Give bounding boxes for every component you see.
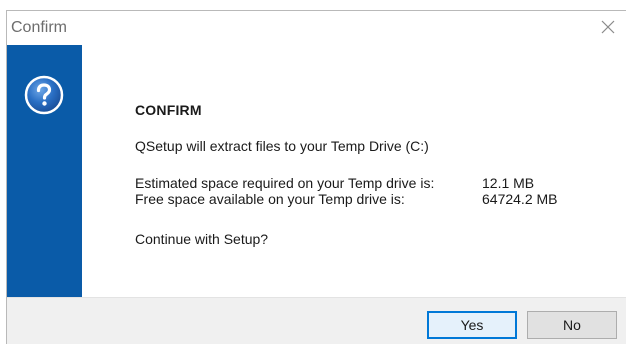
dialog-heading: CONFIRM	[135, 102, 202, 118]
extract-message: QSetup will extract files to your Temp D…	[135, 138, 429, 154]
continue-prompt: Continue with Setup?	[135, 231, 269, 247]
dialog-content: CONFIRM QSetup will extract files to you…	[82, 45, 626, 297]
close-icon[interactable]	[598, 17, 618, 37]
confirm-dialog: Confirm CONFIRM QSetup will extract file…	[6, 10, 626, 344]
free-space-value: 64724.2 MB	[482, 191, 558, 207]
button-bar: Yes No	[7, 297, 626, 344]
free-space-label: Free space available on your Temp drive …	[135, 191, 405, 207]
title-bar: Confirm	[7, 11, 626, 45]
dialog-sidebar	[7, 45, 82, 297]
required-space-label: Estimated space required on your Temp dr…	[135, 175, 435, 191]
yes-button[interactable]: Yes	[427, 311, 517, 339]
question-icon	[24, 75, 64, 115]
no-button[interactable]: No	[527, 311, 617, 339]
required-space-value: 12.1 MB	[482, 175, 535, 191]
window-title: Confirm	[11, 19, 68, 36]
